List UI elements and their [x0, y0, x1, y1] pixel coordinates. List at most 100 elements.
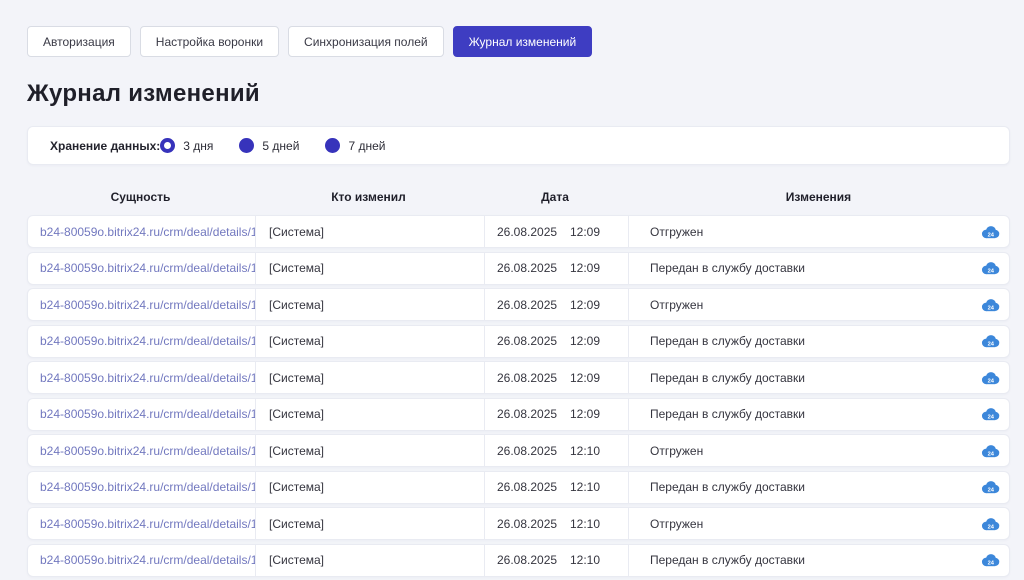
entity-link[interactable]: b24-80059o.bitrix24.ru/crm/deal/details/… — [40, 480, 255, 494]
svg-text:24: 24 — [988, 487, 995, 493]
tab-field-sync[interactable]: Синхронизация полей — [288, 26, 444, 57]
radio-5-days[interactable]: 5 дней — [239, 138, 299, 153]
date-value: 26.08.2025 — [497, 371, 557, 385]
date-value: 26.08.2025 — [497, 298, 557, 312]
entity-cell: b24-80059o.bitrix24.ru/crm/deal/details/… — [28, 216, 255, 247]
change-value: Передан в службу доставки — [650, 371, 805, 385]
time-value: 12:09 — [570, 225, 600, 239]
table-row: b24-80059o.bitrix24.ru/crm/deal/details/… — [27, 434, 1010, 467]
entity-link[interactable]: b24-80059o.bitrix24.ru/crm/deal/details/… — [40, 553, 255, 567]
time-value: 12:09 — [570, 261, 600, 275]
entity-link[interactable]: b24-80059o.bitrix24.ru/crm/deal/details/… — [40, 261, 255, 275]
svg-text:24: 24 — [988, 305, 995, 311]
date-cell: 26.08.2025 12:09 — [484, 216, 628, 247]
entity-cell: b24-80059o.bitrix24.ru/crm/deal/details/… — [28, 545, 255, 576]
date-value: 26.08.2025 — [497, 553, 557, 567]
changes-cell: Передан в службу доставки 24 — [628, 472, 1011, 503]
who-changed-cell: [Система] — [255, 508, 484, 539]
date-value: 26.08.2025 — [497, 517, 557, 531]
radio-5-days-label: 5 дней — [262, 139, 299, 153]
radio-7-days[interactable]: 7 дней — [325, 138, 385, 153]
bitrix24-cloud-icon: 24 — [981, 517, 1000, 531]
table-body: b24-80059o.bitrix24.ru/crm/deal/details/… — [27, 215, 1010, 577]
entity-link[interactable]: b24-80059o.bitrix24.ru/crm/deal/details/… — [40, 334, 255, 348]
date-cell: 26.08.2025 12:10 — [484, 472, 628, 503]
storage-settings-card: Хранение данных: 3 дня 5 дней 7 дней — [27, 126, 1010, 165]
who-changed-cell: [Система] — [255, 472, 484, 503]
page-title: Журнал изменений — [27, 80, 1010, 108]
entity-cell: b24-80059o.bitrix24.ru/crm/deal/details/… — [28, 326, 255, 357]
change-value: Передан в службу доставки — [650, 261, 805, 275]
time-value: 12:09 — [570, 407, 600, 421]
date-cell: 26.08.2025 12:10 — [484, 545, 628, 576]
column-header-date: Дата — [483, 190, 627, 204]
svg-text:24: 24 — [988, 524, 995, 530]
table-row: b24-80059o.bitrix24.ru/crm/deal/details/… — [27, 325, 1010, 358]
date-cell: 26.08.2025 12:09 — [484, 362, 628, 393]
radio-selected-icon — [160, 138, 175, 153]
date-cell: 26.08.2025 12:09 — [484, 326, 628, 357]
time-value: 12:10 — [570, 553, 600, 567]
bitrix24-cloud-icon: 24 — [981, 261, 1000, 275]
time-value: 12:10 — [570, 480, 600, 494]
entity-link[interactable]: b24-80059o.bitrix24.ru/crm/deal/details/… — [40, 298, 255, 312]
time-value: 12:09 — [570, 371, 600, 385]
column-header-entity: Сущность — [27, 190, 254, 204]
bitrix24-cloud-icon: 24 — [981, 225, 1000, 239]
tab-funnel-settings[interactable]: Настройка воронки — [140, 26, 279, 57]
changes-cell: Отгружен 24 — [628, 435, 1011, 466]
changes-cell: Передан в службу доставки 24 — [628, 399, 1011, 430]
entity-link[interactable]: b24-80059o.bitrix24.ru/crm/deal/details/… — [40, 225, 255, 239]
entity-cell: b24-80059o.bitrix24.ru/crm/deal/details/… — [28, 472, 255, 503]
entity-cell: b24-80059o.bitrix24.ru/crm/deal/details/… — [28, 508, 255, 539]
change-value: Передан в службу доставки — [650, 553, 805, 567]
time-value: 12:10 — [570, 444, 600, 458]
time-value: 12:10 — [570, 517, 600, 531]
column-header-who: Кто изменил — [254, 190, 483, 204]
time-value: 12:09 — [570, 334, 600, 348]
bitrix24-cloud-icon: 24 — [981, 480, 1000, 494]
who-changed-cell: [Система] — [255, 435, 484, 466]
changes-cell: Передан в службу доставки 24 — [628, 545, 1011, 576]
svg-text:24: 24 — [988, 560, 995, 566]
page: Авторизация Настройка воронки Синхрониза… — [0, 0, 1024, 577]
radio-icon — [239, 138, 254, 153]
tab-change-log[interactable]: Журнал изменений — [453, 26, 593, 57]
radio-icon — [325, 138, 340, 153]
entity-link[interactable]: b24-80059o.bitrix24.ru/crm/deal/details/… — [40, 517, 255, 531]
date-value: 26.08.2025 — [497, 225, 557, 239]
time-value: 12:09 — [570, 298, 600, 312]
changes-cell: Передан в службу доставки 24 — [628, 362, 1011, 393]
changes-cell: Отгружен 24 — [628, 289, 1011, 320]
svg-text:24: 24 — [988, 268, 995, 274]
who-changed-cell: [Система] — [255, 216, 484, 247]
table-header: Сущность Кто изменил Дата Изменения — [27, 190, 1010, 204]
entity-cell: b24-80059o.bitrix24.ru/crm/deal/details/… — [28, 399, 255, 430]
bitrix24-cloud-icon: 24 — [981, 444, 1000, 458]
who-changed-cell: [Система] — [255, 253, 484, 284]
entity-link[interactable]: b24-80059o.bitrix24.ru/crm/deal/details/… — [40, 371, 255, 385]
change-value: Отгружен — [650, 517, 703, 531]
table-row: b24-80059o.bitrix24.ru/crm/deal/details/… — [27, 215, 1010, 248]
entity-link[interactable]: b24-80059o.bitrix24.ru/crm/deal/details/… — [40, 407, 255, 421]
radio-3-days[interactable]: 3 дня — [160, 138, 213, 153]
entity-link[interactable]: b24-80059o.bitrix24.ru/crm/deal/details/… — [40, 444, 255, 458]
bitrix24-cloud-icon: 24 — [981, 298, 1000, 312]
table-row: b24-80059o.bitrix24.ru/crm/deal/details/… — [27, 507, 1010, 540]
table-row: b24-80059o.bitrix24.ru/crm/deal/details/… — [27, 252, 1010, 285]
svg-text:24: 24 — [988, 341, 995, 347]
change-value: Передан в службу доставки — [650, 480, 805, 494]
entity-cell: b24-80059o.bitrix24.ru/crm/deal/details/… — [28, 253, 255, 284]
date-value: 26.08.2025 — [497, 334, 557, 348]
entity-cell: b24-80059o.bitrix24.ru/crm/deal/details/… — [28, 435, 255, 466]
column-header-changes: Изменения — [627, 190, 1010, 204]
tab-authorization[interactable]: Авторизация — [27, 26, 131, 57]
radio-7-days-label: 7 дней — [348, 139, 385, 153]
change-value: Отгружен — [650, 225, 703, 239]
date-value: 26.08.2025 — [497, 480, 557, 494]
entity-cell: b24-80059o.bitrix24.ru/crm/deal/details/… — [28, 289, 255, 320]
change-value: Передан в службу доставки — [650, 407, 805, 421]
tab-bar: Авторизация Настройка воронки Синхрониза… — [27, 26, 1010, 57]
date-cell: 26.08.2025 12:09 — [484, 289, 628, 320]
table-row: b24-80059o.bitrix24.ru/crm/deal/details/… — [27, 544, 1010, 577]
